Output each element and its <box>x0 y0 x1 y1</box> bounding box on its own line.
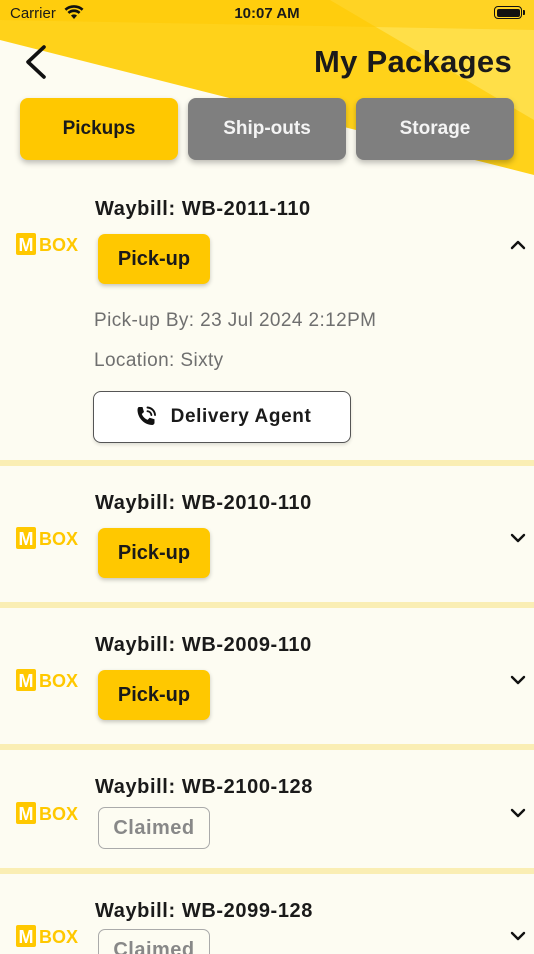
svg-text:BOX: BOX <box>39 235 78 255</box>
package-card[interactable]: M BOX Waybill: WB-2011-110 Pick-up Pick-… <box>0 180 534 460</box>
svg-text:M: M <box>19 671 34 691</box>
status-time: 10:07 AM <box>234 5 300 22</box>
status-badge: Pick-up <box>98 234 210 284</box>
delivery-agent-button[interactable]: Delivery Agent <box>93 391 351 443</box>
svg-text:M: M <box>19 804 34 824</box>
svg-text:M: M <box>19 235 34 255</box>
status-badge: Pick-up <box>98 528 210 578</box>
chevron-left-icon <box>26 45 46 79</box>
status-badge: Pick-up <box>98 670 210 720</box>
tab-pickups[interactable]: Pickups <box>20 98 178 160</box>
waybill-number: Waybill: WB-2010-110 <box>95 492 312 514</box>
status-bar: Carrier 10:07 AM <box>0 0 534 28</box>
phone-call-icon <box>137 406 156 425</box>
svg-text:BOX: BOX <box>39 529 78 549</box>
package-card[interactable]: M BOX Waybill: WB-2009-110 Pick-up <box>0 608 534 744</box>
chevron-up-icon[interactable] <box>509 238 527 250</box>
mbox-logo: M BOX <box>16 925 78 947</box>
svg-text:BOX: BOX <box>39 804 78 824</box>
page-title: My Packages <box>313 44 512 79</box>
svg-text:M: M <box>19 927 34 947</box>
mbox-logo: M BOX <box>16 669 78 691</box>
status-badge: Claimed <box>98 929 210 954</box>
tab-ship-outs[interactable]: Ship-outs <box>188 98 346 160</box>
pickup-by-text: Pick-up By: 23 Jul 2024 2:12PM <box>94 310 377 331</box>
location-text: Location: Sixty <box>94 350 224 371</box>
mbox-logo: M BOX <box>16 802 78 824</box>
mbox-logo: M BOX <box>16 527 78 549</box>
waybill-number: Waybill: WB-2099-128 <box>95 900 313 922</box>
back-button[interactable] <box>20 40 56 84</box>
chevron-down-icon[interactable] <box>509 807 527 819</box>
svg-text:M: M <box>19 529 34 549</box>
package-card[interactable]: M BOX Waybill: WB-2100-128 Claimed <box>0 750 534 868</box>
package-card[interactable]: M BOX Waybill: WB-2099-128 Claimed <box>0 874 534 954</box>
mbox-logo: M BOX <box>16 233 78 255</box>
chevron-down-icon[interactable] <box>509 532 527 544</box>
chevron-down-icon[interactable] <box>509 674 527 686</box>
svg-text:BOX: BOX <box>39 671 78 691</box>
waybill-number: Waybill: WB-2100-128 <box>95 776 313 798</box>
package-card[interactable]: M BOX Waybill: WB-2010-110 Pick-up <box>0 466 534 602</box>
battery-icon <box>494 6 525 19</box>
svg-text:BOX: BOX <box>39 927 78 947</box>
chevron-down-icon[interactable] <box>509 930 527 942</box>
waybill-number: Waybill: WB-2011-110 <box>95 198 311 220</box>
status-badge: Claimed <box>98 807 210 849</box>
tab-storage[interactable]: Storage <box>356 98 514 160</box>
delivery-agent-label: Delivery Agent <box>170 406 312 427</box>
waybill-number: Waybill: WB-2009-110 <box>95 634 312 656</box>
